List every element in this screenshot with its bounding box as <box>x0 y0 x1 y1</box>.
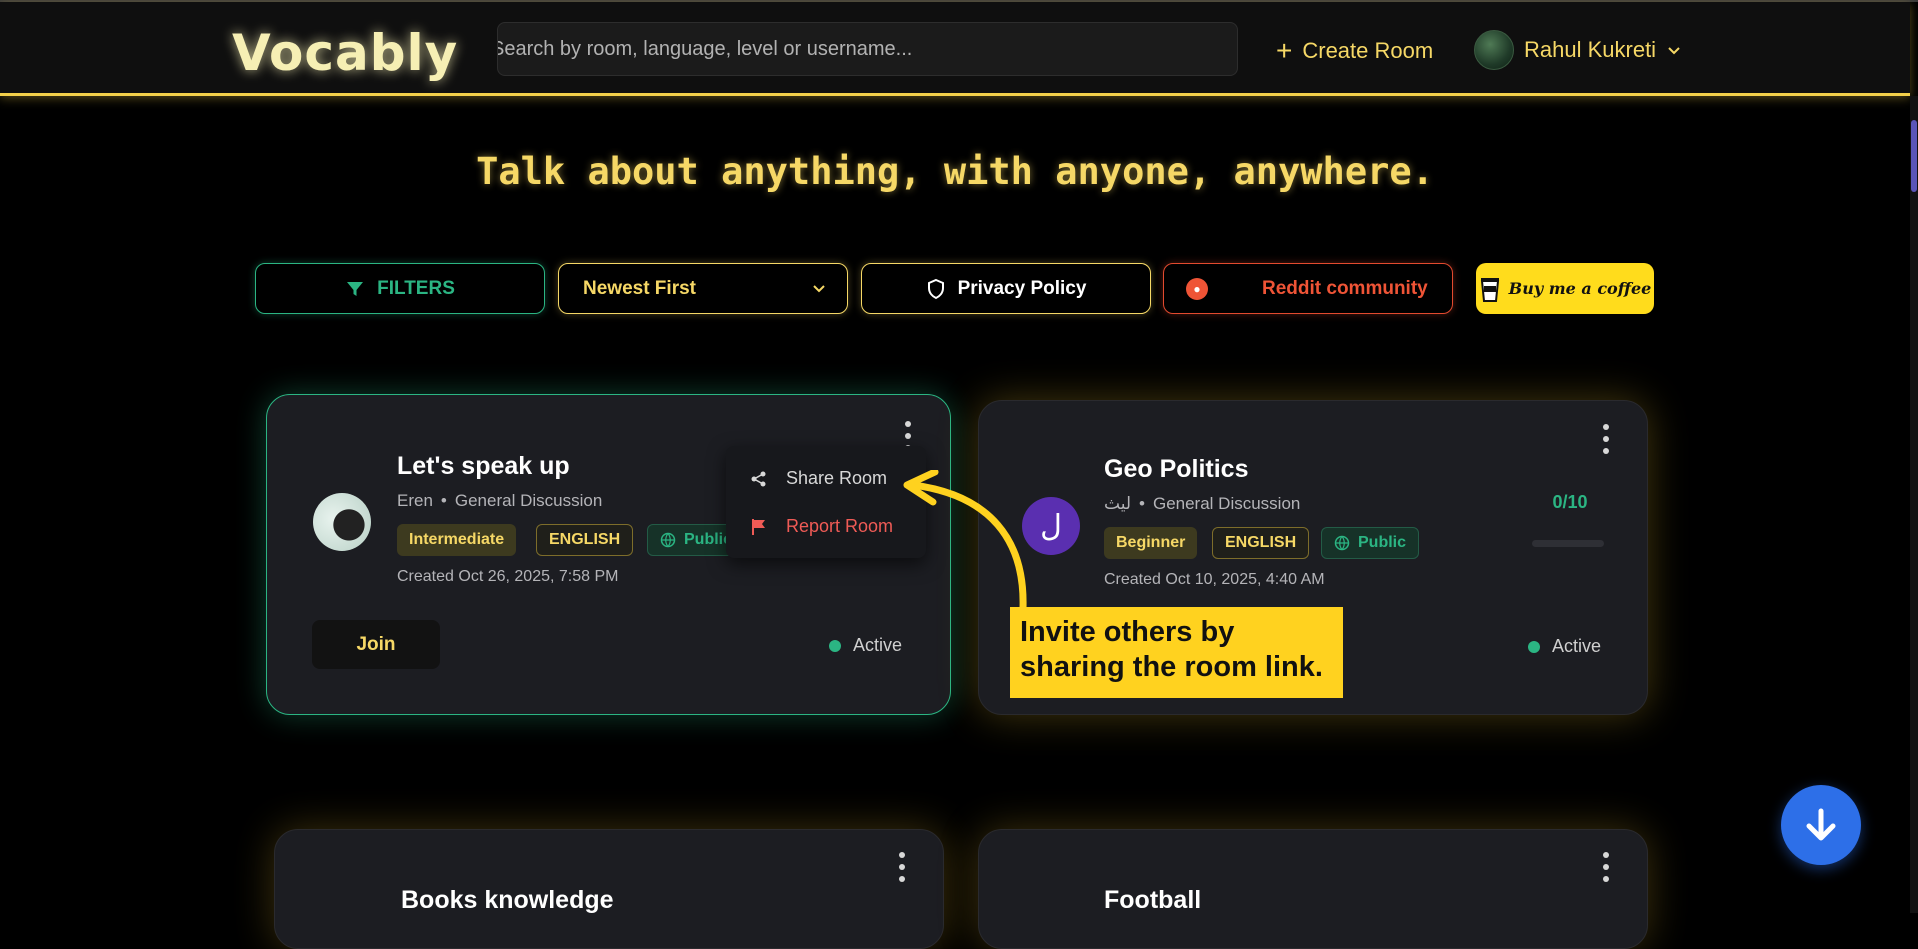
search-box[interactable] <box>497 22 1238 76</box>
status-indicator: Active <box>829 635 902 656</box>
sort-select[interactable]: Newest First <box>558 263 848 314</box>
scrollbar[interactable] <box>1910 96 1918 913</box>
avatar <box>1474 30 1514 70</box>
room-title: Geo Politics <box>1104 455 1249 483</box>
sort-value: Newest First <box>583 277 696 299</box>
more-options-icon[interactable] <box>892 852 912 882</box>
share-room-label: Share Room <box>786 468 888 488</box>
capacity-count: 0/10 <box>1552 492 1588 512</box>
join-button[interactable]: Join <box>312 620 440 669</box>
status-indicator: Active <box>1528 636 1601 657</box>
language-badge: ENGLISH <box>1212 527 1310 559</box>
share-icon <box>751 471 766 486</box>
privacy-label: Privacy Policy <box>957 277 1087 299</box>
room-host: Eren <box>397 491 433 510</box>
room-card <box>978 829 1648 949</box>
room-title: Football <box>1104 886 1202 914</box>
reddit-icon: ● <box>1186 277 1208 300</box>
room-title: Books knowledge <box>401 886 614 914</box>
status-dot <box>829 639 841 652</box>
coffee-label: Buy me a coffee <box>1508 279 1652 298</box>
flag-icon <box>752 518 765 535</box>
language-badge: ENGLISH <box>536 524 634 556</box>
reddit-community-button[interactable]: ● Reddit community <box>1163 263 1453 314</box>
visibility-label: Public <box>1358 534 1407 551</box>
arrow-down-icon <box>1806 808 1836 841</box>
create-room-label: Create Room <box>1302 38 1434 63</box>
callout-arrow-icon <box>903 470 1027 612</box>
scrollbar-thumb[interactable] <box>1911 120 1917 192</box>
create-room-button[interactable]: + Create Room <box>1276 34 1433 68</box>
globe-icon <box>660 532 676 548</box>
more-options-icon[interactable] <box>1596 852 1616 882</box>
page-headline: Talk about anything, with anyone, anywhe… <box>476 150 1434 193</box>
level-badge: Beginner <box>1104 527 1198 559</box>
shield-icon <box>927 278 944 299</box>
room-meta: ليث • General Discussion <box>1104 494 1301 513</box>
visibility-badge: Public <box>1321 527 1420 559</box>
room-category: General Discussion <box>454 491 603 510</box>
report-room-label: Report Room <box>786 516 894 536</box>
room-title: Let's speak up <box>397 452 570 480</box>
callout-box: Invite others by sharing the room link. <box>1010 607 1343 698</box>
report-room-menu-item[interactable]: Report Room <box>750 516 893 537</box>
status-label: Active <box>853 635 903 655</box>
filters-label: FILTERS <box>377 277 455 299</box>
user-name: Rahul Kukreti <box>1524 37 1657 62</box>
globe-icon <box>1334 535 1350 551</box>
reddit-label: Reddit community <box>1262 277 1428 299</box>
app-header: Vocably + Create Room Rahul Kukreti <box>0 2 1910 96</box>
scroll-down-button[interactable] <box>1781 785 1861 865</box>
more-options-icon[interactable] <box>1596 424 1616 454</box>
status-dot <box>1528 640 1540 653</box>
chevron-down-icon <box>1668 47 1680 55</box>
share-room-menu-item[interactable]: Share Room <box>750 468 887 489</box>
created-date: Created Oct 10, 2025, 4:40 AM <box>1104 571 1325 588</box>
buy-me-a-coffee-button[interactable]: Buy me a coffee <box>1476 263 1654 314</box>
capacity-bar <box>1532 540 1604 547</box>
logo[interactable]: Vocably <box>232 24 458 82</box>
room-category: General Discussion <box>1152 494 1301 513</box>
room-meta: Eren • General Discussion <box>397 491 603 510</box>
room-host: ليث <box>1104 494 1132 513</box>
created-date: Created Oct 26, 2025, 7:58 PM <box>397 568 619 585</box>
status-label: Active <box>1552 636 1602 656</box>
coffee-cup-icon <box>1480 277 1499 302</box>
filters-button[interactable]: FILTERS <box>255 263 545 314</box>
search-input[interactable] <box>498 23 1237 75</box>
visibility-label: Public <box>684 531 733 548</box>
user-menu[interactable]: Rahul Kukreti <box>1474 30 1682 70</box>
privacy-policy-button[interactable]: Privacy Policy <box>861 263 1151 314</box>
level-badge: Intermediate <box>397 524 517 556</box>
chevron-down-icon <box>813 284 825 292</box>
avatar <box>313 493 371 551</box>
filter-icon <box>347 281 364 296</box>
plus-icon: + <box>1276 35 1293 66</box>
